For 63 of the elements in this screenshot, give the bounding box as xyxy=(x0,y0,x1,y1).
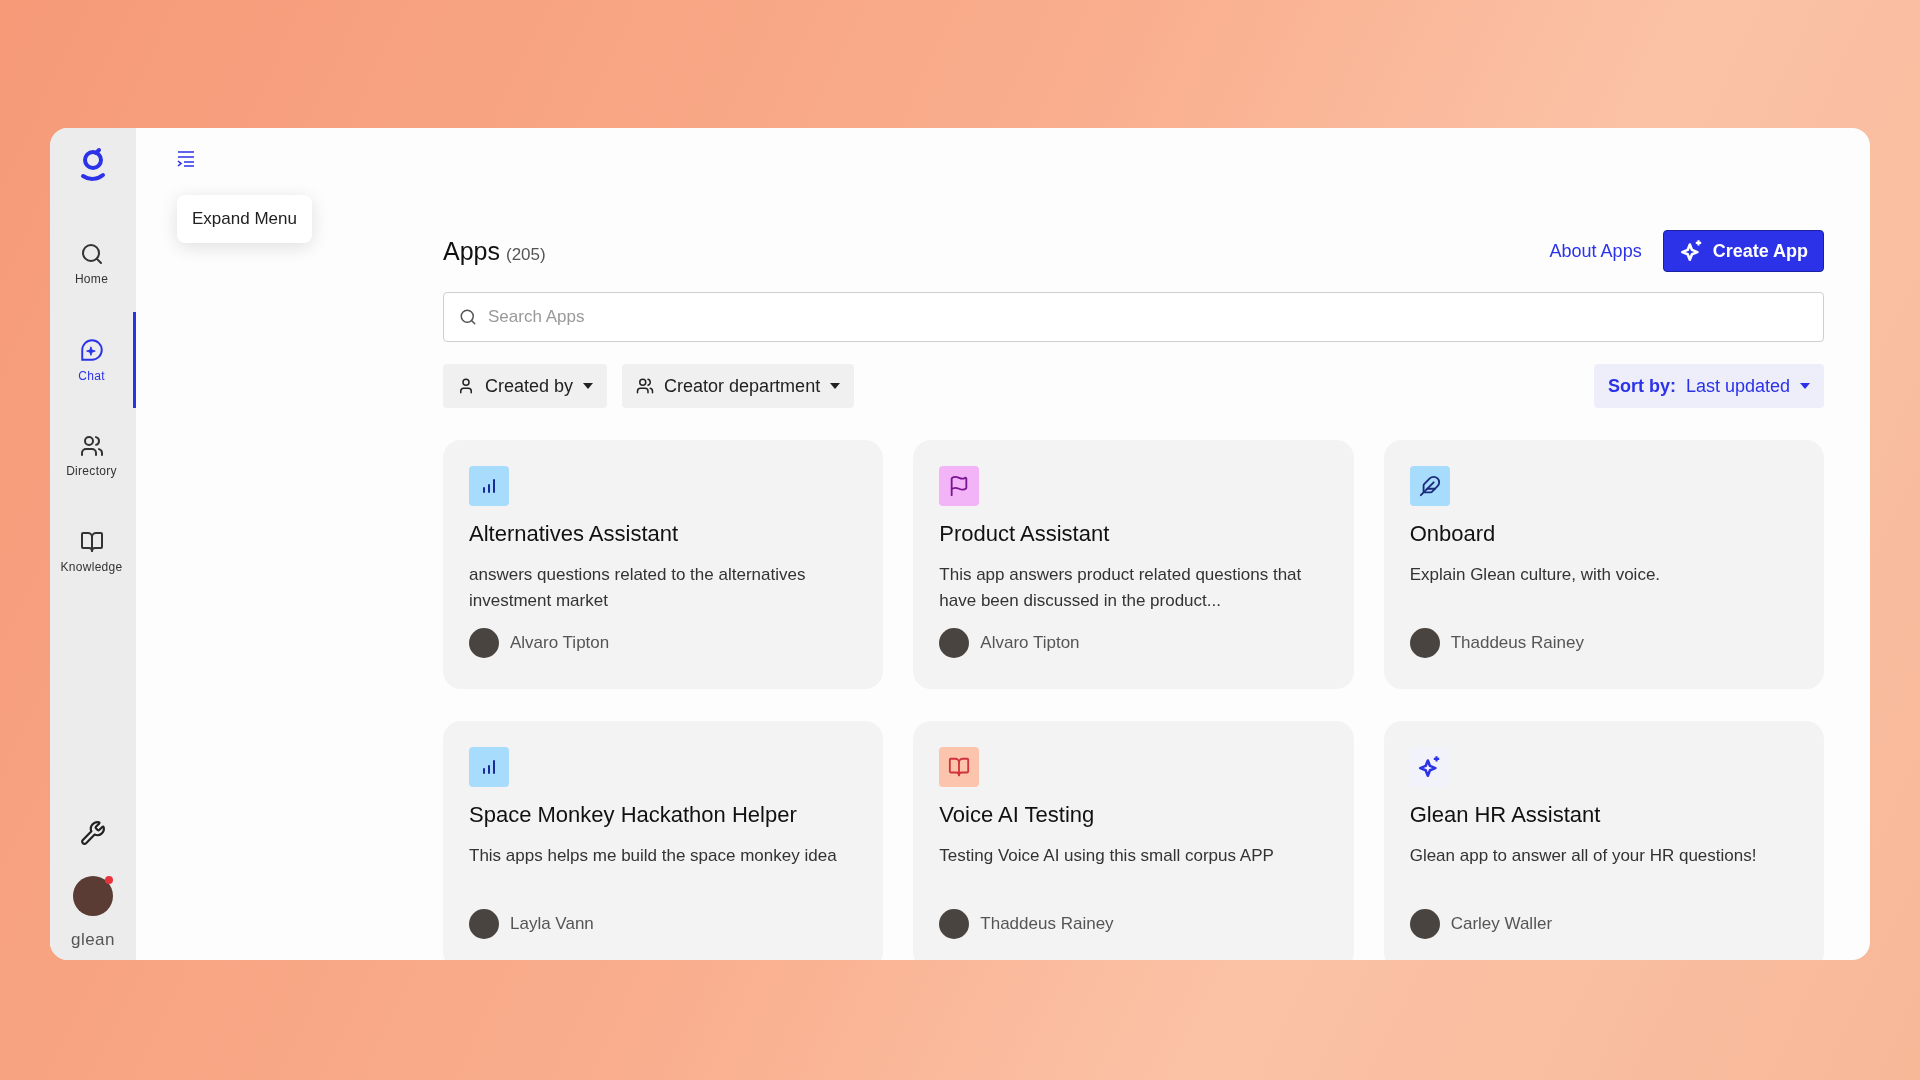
app-description: Glean app to answer all of your HR questions! xyxy=(1409,845,1758,867)
search-icon xyxy=(459,308,477,326)
filter-dropdown[interactable]: Created by xyxy=(443,364,608,408)
author-name: Carley Waller xyxy=(1450,914,1553,934)
logo-icon[interactable] xyxy=(79,146,107,182)
filter-dropdown[interactable]: Creator department xyxy=(622,364,855,408)
sidebar-item[interactable]: Chat xyxy=(50,312,136,408)
app-description: This app answers product related questions that have been discussed in the product... xyxy=(939,564,1303,612)
author-name: Alvaro Tipton xyxy=(980,633,1080,653)
app-title: Onboard xyxy=(1409,521,1497,547)
app-description: Testing Voice AI using this small corpus APP xyxy=(939,845,1275,867)
people-icon xyxy=(79,434,104,458)
app-card[interactable]: Onboard Explain Glean culture, with voice. Thaddeus Rainey xyxy=(1383,440,1824,689)
author-avatar xyxy=(469,909,499,939)
sort-dropdown[interactable]: Sort by: Last updated xyxy=(1593,364,1824,408)
brand-logo: glean xyxy=(70,930,116,950)
person-icon xyxy=(457,377,475,395)
sidebar-item[interactable]: Directory xyxy=(50,408,136,504)
about-link[interactable]: About Apps xyxy=(1549,240,1642,262)
author-name: Thaddeus Rainey xyxy=(980,914,1114,934)
caret-icon xyxy=(1800,383,1810,389)
people-icon xyxy=(636,377,655,395)
menu-icon[interactable] xyxy=(176,150,196,168)
sidebar-item[interactable]: Knowledge xyxy=(50,504,136,600)
app-title: Glean HR Assistant xyxy=(1409,802,1602,828)
app-title: Product Assistant xyxy=(939,521,1111,547)
author-avatar xyxy=(939,909,970,939)
app-title: Alternatives Assistant xyxy=(469,521,680,547)
author-name: Layla Vann xyxy=(510,914,594,934)
book-icon xyxy=(948,756,971,778)
search-field[interactable]: Search Apps xyxy=(443,292,1824,342)
app-card[interactable]: Glean HR Assistant Glean app to answer all of your HR questions! Carley Waller xyxy=(1383,721,1824,960)
feather-icon xyxy=(1418,475,1441,497)
author-avatar xyxy=(939,628,970,658)
book-icon xyxy=(79,530,104,554)
notification-dot xyxy=(105,876,113,884)
bar-chart-icon xyxy=(480,758,498,776)
app-description: answers questions related to the alternatives investment market xyxy=(469,564,807,612)
author-avatar xyxy=(1409,628,1440,658)
user-avatar[interactable] xyxy=(73,876,113,916)
sidebar-item[interactable]: Home xyxy=(50,216,136,312)
app-description: Explain Glean culture, with voice. xyxy=(1409,564,1662,586)
chat-sparkle-icon xyxy=(78,337,105,363)
app-title: Space Monkey Hackathon Helper xyxy=(469,802,798,828)
app-count: (205) xyxy=(506,244,546,265)
author-avatar xyxy=(1409,909,1440,939)
app-card[interactable]: Space Monkey Hackathon Helper This apps helps me build the space monkey idea Layla Vann xyxy=(443,721,884,960)
search-icon xyxy=(79,242,104,266)
wrench-icon[interactable] xyxy=(80,820,106,846)
app-card[interactable]: Alternatives Assistant answers questions related to the alternatives investment market Alvaro Tipton xyxy=(443,440,884,689)
caret-icon xyxy=(830,383,841,389)
app-title: Voice AI Testing xyxy=(939,802,1096,828)
author-name: Alvaro Tipton xyxy=(510,633,610,653)
create-app-button[interactable]: Create App xyxy=(1662,230,1824,272)
app-card[interactable]: Product Assistant This app answers product related questions that have been discussed in the product... Alvaro Tipton xyxy=(913,440,1354,689)
author-avatar xyxy=(469,628,499,658)
bar-chart-icon xyxy=(480,477,498,495)
page-title: Apps xyxy=(443,236,500,266)
tooltip: Expand Menu xyxy=(177,195,312,243)
caret-icon xyxy=(583,383,594,389)
author-name: Thaddeus Rainey xyxy=(1450,633,1584,653)
app-description: This apps helps me build the space monkey idea xyxy=(469,845,838,867)
app-card[interactable]: Voice AI Testing Testing Voice AI using this small corpus APP Thaddeus Rainey xyxy=(913,721,1354,960)
